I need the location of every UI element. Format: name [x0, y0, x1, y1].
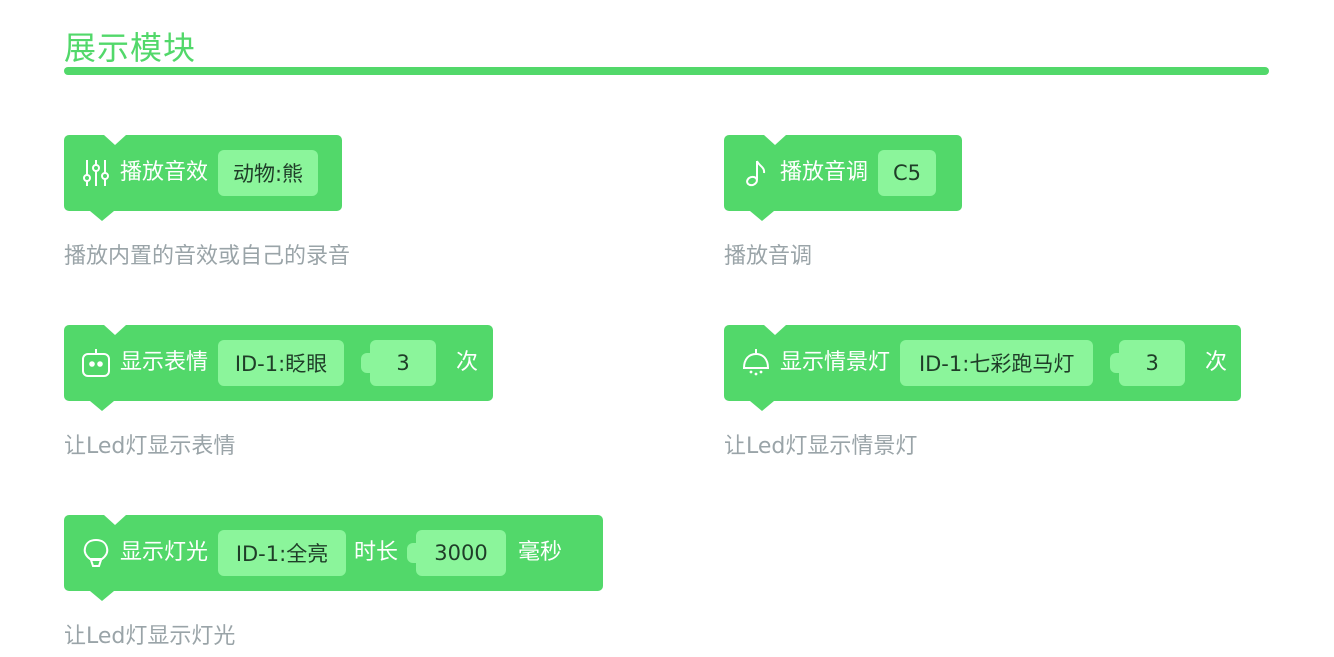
block-label: 播放音效: [120, 160, 209, 185]
robot-face-icon: [80, 347, 112, 379]
sliders-icon: [80, 157, 112, 189]
light-bulb-icon: [80, 537, 112, 569]
count-input[interactable]: 3: [361, 340, 437, 386]
duration-label: 时长: [354, 540, 399, 565]
block-description: 让Led灯显示表情: [64, 434, 236, 459]
ceiling-lamp-icon: [740, 347, 772, 379]
block-label: 显示情景灯: [780, 350, 891, 375]
unit-label: 次: [1204, 350, 1227, 375]
block-description: 播放音调: [724, 244, 813, 269]
play-tone-block[interactable]: 播放音调 C5: [724, 135, 962, 221]
duration-input[interactable]: 3000: [407, 530, 507, 576]
show-scene-light-block[interactable]: 显示情景灯 ID-1:七彩跑马灯 3 次: [724, 325, 1241, 411]
section-title: 展示模块: [64, 29, 197, 67]
block-label: 显示表情: [120, 350, 209, 375]
block-description: 播放内置的音效或自己的录音: [64, 244, 351, 269]
count-input[interactable]: 3: [1110, 340, 1185, 386]
light-select[interactable]: ID-1:全亮: [218, 530, 347, 576]
play-sound-effect-block[interactable]: 播放音效 动物:熊: [64, 135, 342, 221]
show-expression-block[interactable]: 显示表情 ID-1:眨眼 3 次: [64, 325, 493, 411]
title-underline: [64, 67, 1269, 75]
unit-label: 毫秒: [518, 540, 563, 565]
block-label: 显示灯光: [120, 540, 209, 565]
expression-select[interactable]: ID-1:眨眼: [218, 340, 345, 386]
scene-light-select[interactable]: ID-1:七彩跑马灯: [900, 340, 1094, 386]
block-label: 播放音调: [780, 160, 869, 185]
block-description: 让Led灯显示情景灯: [724, 434, 918, 459]
music-note-icon: [740, 157, 772, 189]
tone-select[interactable]: C5: [878, 150, 937, 196]
show-light-block[interactable]: 显示灯光 ID-1:全亮 时长 3000 毫秒: [64, 515, 603, 601]
sound-select[interactable]: 动物:熊: [218, 150, 319, 196]
unit-label: 次: [456, 350, 479, 375]
block-description: 让Led灯显示灯光: [64, 624, 236, 649]
